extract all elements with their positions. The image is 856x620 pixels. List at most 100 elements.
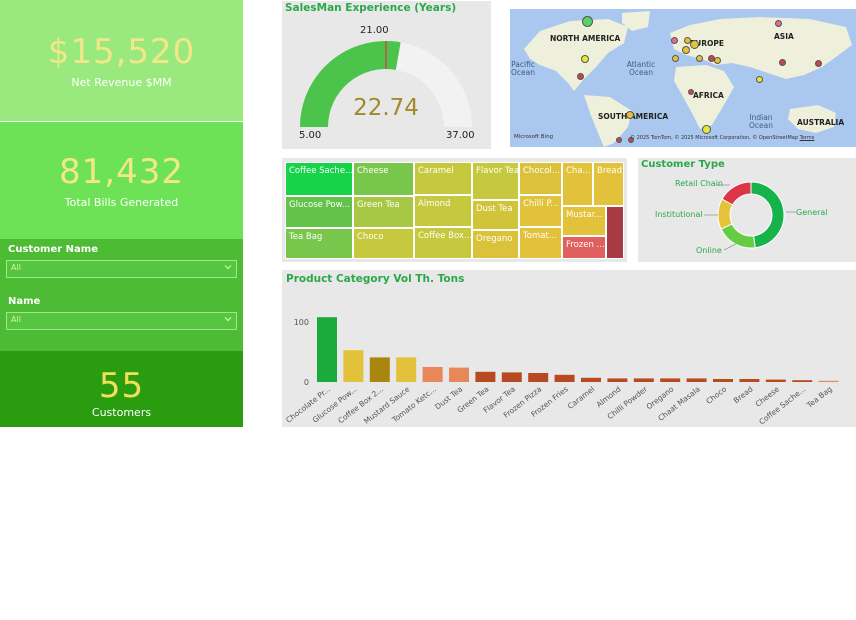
- map-marker[interactable]: [815, 60, 822, 67]
- map-marker[interactable]: [714, 57, 721, 64]
- map-attribution-brand: Microsoft Bing: [514, 134, 554, 140]
- x-tick-label: Caramel: [566, 384, 596, 411]
- slicer-name-dropdown[interactable]: All: [6, 312, 237, 330]
- bar[interactable]: [528, 373, 549, 382]
- map-marker[interactable]: [702, 125, 711, 134]
- bar[interactable]: [607, 378, 628, 382]
- map-ocean-indian: Indian Ocean: [749, 113, 773, 130]
- bar[interactable]: [396, 357, 417, 382]
- bar[interactable]: [422, 367, 443, 382]
- bar[interactable]: [633, 378, 654, 382]
- treemap-tile[interactable]: Tea Bag: [285, 228, 353, 259]
- treemap-tile[interactable]: Oregano: [472, 230, 519, 259]
- map-label-north-america: NORTH AMERICA: [550, 34, 621, 43]
- x-tick-label: Chocolate Pr...: [284, 384, 332, 424]
- treemap-tile[interactable]: Tomat...: [519, 227, 562, 259]
- map-terms-link[interactable]: Terms: [800, 135, 815, 141]
- bar[interactable]: [713, 379, 733, 382]
- treemap-tile[interactable]: Bread: [593, 162, 624, 206]
- map-marker[interactable]: [671, 37, 678, 44]
- slicer-customer-name-label: Customer Name: [8, 244, 98, 255]
- bar[interactable]: [686, 378, 707, 382]
- treemap-tile[interactable]: Caramel: [414, 162, 472, 195]
- treemap-tile[interactable]: Flavor Tea: [472, 162, 519, 200]
- map-label-asia: ASIA: [774, 32, 794, 41]
- x-tick-label: Choco: [704, 384, 728, 406]
- map-marker[interactable]: [577, 73, 584, 80]
- bar[interactable]: [343, 350, 364, 382]
- treemap-tile[interactable]: Dust Tea: [472, 200, 519, 230]
- donut-slice-retail-chain[interactable]: [721, 181, 752, 206]
- treemap-tile[interactable]: Chilli P...: [519, 195, 562, 227]
- donut-label-retail-chain: Retail Chain: [675, 179, 723, 188]
- donut-slice-online[interactable]: [720, 223, 756, 249]
- bar[interactable]: [765, 379, 786, 382]
- map-marker[interactable]: [626, 111, 634, 119]
- map-marker[interactable]: [690, 40, 699, 49]
- bar[interactable]: [554, 374, 575, 382]
- chevron-down-icon: [224, 265, 232, 270]
- x-tick-label: Bread: [732, 384, 755, 405]
- map-marker[interactable]: [616, 137, 622, 143]
- kpi-total-bills-value: 81,432: [59, 152, 184, 192]
- y-tick-label: 0: [304, 378, 309, 387]
- treemap-tile[interactable]: Mustar...: [562, 206, 606, 236]
- bar[interactable]: [660, 378, 681, 382]
- kpi-net-revenue-value: $15,520: [47, 32, 196, 72]
- map-attribution-text: © 2025 TomTom, © 2025 Microsoft Corporat…: [630, 135, 799, 141]
- map-label-australia: AUSTRALIA: [797, 118, 845, 127]
- kpi-customers-label: Customers: [91, 405, 152, 419]
- map-marker[interactable]: [582, 16, 593, 27]
- map-marker[interactable]: [682, 46, 690, 54]
- treemap-tile[interactable]: Chocol...: [519, 162, 562, 195]
- treemap-tile[interactable]: Cha...: [562, 162, 593, 206]
- map-marker[interactable]: [696, 55, 703, 62]
- treemap-tile[interactable]: Cheese: [353, 162, 414, 196]
- slicer-name-label: Name: [8, 296, 41, 307]
- bar[interactable]: [581, 377, 601, 382]
- gauge-value: 22.74: [353, 95, 419, 121]
- slicer-customer-name-dropdown[interactable]: All: [6, 260, 237, 278]
- donut-slice-general[interactable]: [750, 181, 785, 249]
- map-marker[interactable]: [581, 55, 589, 63]
- treemap-tile[interactable]: Green Tea: [353, 196, 414, 228]
- treemap-tile[interactable]: Choco: [353, 228, 414, 259]
- gauge-min-label: 5.00: [299, 130, 322, 141]
- treemap-tile[interactable]: Coffee Box...: [414, 227, 472, 259]
- map-marker[interactable]: [672, 55, 679, 62]
- gauge-max-label: 37.00: [446, 130, 475, 141]
- gauge-chart: [300, 41, 472, 127]
- map-panel[interactable]: NORTH AMERICA EUROPE ASIA AFRICA SOUTH A…: [510, 9, 856, 147]
- bar[interactable]: [369, 357, 390, 382]
- map-marker[interactable]: [775, 20, 782, 27]
- bar[interactable]: [475, 371, 496, 382]
- x-tick-label: Coffee Sache...: [757, 384, 807, 426]
- y-tick-label: 100: [294, 318, 309, 327]
- map-marker[interactable]: [779, 59, 786, 66]
- map-label-africa: AFRICA: [693, 91, 724, 100]
- bar[interactable]: [792, 380, 813, 382]
- treemap-tile[interactable]: Almond: [414, 195, 472, 227]
- x-tick-label: Tea Bag: [804, 384, 834, 410]
- bar[interactable]: [317, 317, 337, 382]
- treemap-tile[interactable]: Glucose Pow...: [285, 196, 353, 228]
- map-ocean-atlantic: Atlantic Ocean: [626, 60, 656, 77]
- treemap-tile[interactable]: Coffee Sache...: [285, 162, 353, 196]
- slicer-customer-name-value: All: [11, 263, 21, 272]
- kpi-customers: 55 Customers: [0, 351, 243, 427]
- treemap-tile[interactable]: [606, 206, 624, 259]
- map-marker[interactable]: [688, 89, 694, 95]
- customer-type-panel: Customer Type Retail Chain Institutional…: [638, 158, 856, 262]
- bar[interactable]: [449, 367, 469, 382]
- map-marker[interactable]: [756, 76, 763, 83]
- donut-leader-line: [723, 243, 737, 251]
- gauge-target-label: 21.00: [360, 25, 389, 36]
- kpi-total-bills-label: Total Bills Generated: [64, 196, 179, 209]
- treemap-tile[interactable]: Frozen ...: [562, 236, 606, 259]
- bar[interactable]: [739, 379, 760, 382]
- bar[interactable]: [501, 372, 522, 382]
- map-attribution: © 2025 TomTom, © 2025 Microsoft Corporat…: [630, 135, 814, 141]
- product-category-bar-chart: 0100Chocolate Pr...Glucose Pow...Coffee …: [284, 317, 839, 426]
- slicer-name-value: All: [11, 315, 21, 324]
- bar[interactable]: [818, 380, 839, 382]
